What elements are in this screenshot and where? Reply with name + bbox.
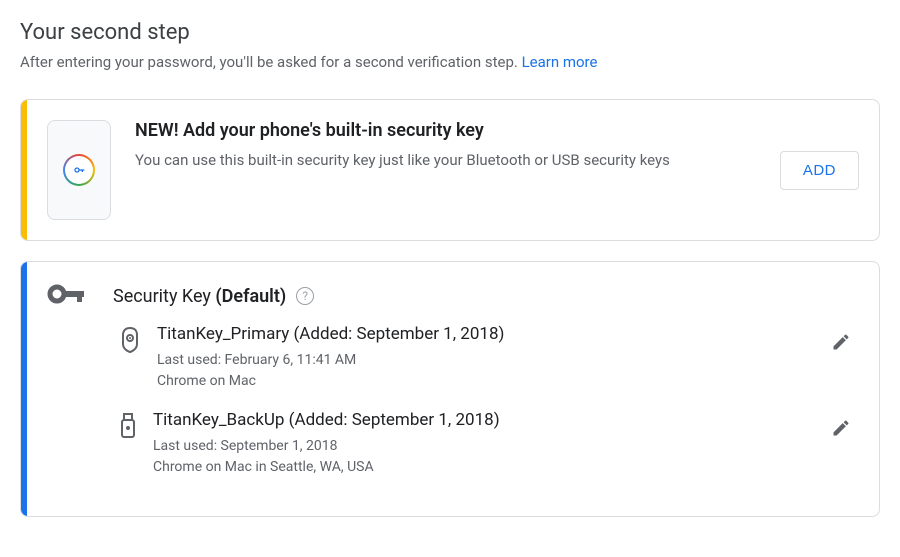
- phone-key-ring-icon: [63, 154, 95, 186]
- page-subtitle: After entering your password, you'll be …: [20, 53, 880, 71]
- titan-usb-icon: [119, 412, 137, 444]
- learn-more-link[interactable]: Learn more: [522, 53, 598, 71]
- promo-desc: You can use this built-in security key j…: [135, 149, 760, 172]
- add-phone-key-button[interactable]: ADD: [780, 151, 859, 190]
- subtitle-text: After entering your password, you'll be …: [20, 53, 522, 71]
- edit-key-button[interactable]: [823, 324, 859, 363]
- pencil-icon: [831, 418, 851, 438]
- card-accent-orange: [21, 100, 27, 240]
- titan-fob-icon: [119, 326, 141, 358]
- key-context: Chrome on Mac: [157, 371, 811, 392]
- phone-key-promo-card: NEW! Add your phone's built-in security …: [20, 99, 880, 241]
- promo-title: NEW! Add your phone's built-in security …: [135, 120, 760, 141]
- security-key-icon: [47, 282, 89, 310]
- security-key-item: TitanKey_Primary (Added: September 1, 20…: [119, 324, 859, 392]
- security-key-section-title: Security Key (Default): [113, 286, 286, 307]
- help-icon[interactable]: ?: [296, 287, 314, 305]
- key-name: TitanKey_BackUp (Added: September 1, 201…: [153, 410, 811, 430]
- security-key-default-badge: (Default): [215, 286, 286, 307]
- card-accent-blue: [21, 262, 27, 516]
- key-last-used: Last used: September 1, 2018: [153, 436, 811, 457]
- key-last-used: Last used: February 6, 11:41 AM: [157, 350, 811, 371]
- pencil-icon: [831, 332, 851, 352]
- security-key-list: TitanKey_Primary (Added: September 1, 20…: [119, 324, 859, 478]
- page-title: Your second step: [20, 20, 880, 45]
- security-key-title-text: Security Key: [113, 286, 215, 307]
- security-key-card: Security Key (Default) ? TitanKey_Primar…: [20, 261, 880, 517]
- phone-illustration: [47, 120, 111, 220]
- key-name: TitanKey_Primary (Added: September 1, 20…: [157, 324, 811, 344]
- security-key-item: TitanKey_BackUp (Added: September 1, 201…: [119, 410, 859, 478]
- key-glyph-icon: [71, 162, 87, 178]
- edit-key-button[interactable]: [823, 410, 859, 449]
- key-context: Chrome on Mac in Seattle, WA, USA: [153, 457, 811, 478]
